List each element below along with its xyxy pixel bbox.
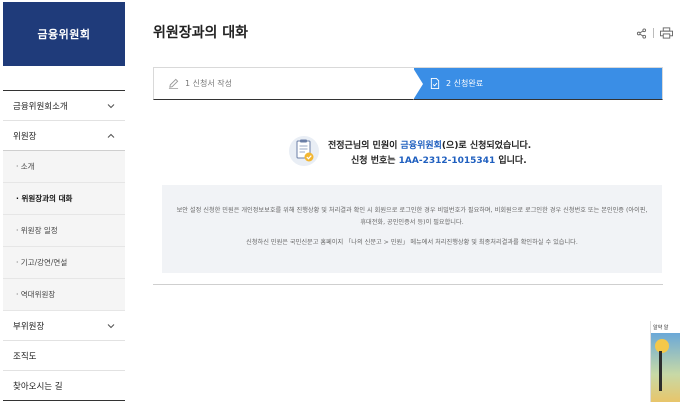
- sidebar-subitem-label: · 위원장 일정: [16, 226, 58, 235]
- step-write-application: 1 신청서 작성: [154, 68, 414, 99]
- application-number-suffix: 입니다.: [495, 156, 527, 166]
- sidebar-subitem-schedule[interactable]: · 위원장 일정: [3, 215, 125, 247]
- sidebar-item-label: 부위원장: [13, 321, 45, 332]
- progress-steps: 1 신청서 작성 2 신청완료: [153, 67, 663, 100]
- page-tools: [636, 27, 673, 39]
- page-title: 위원장과의 대화: [153, 25, 249, 41]
- banner-header: 알약 알: [651, 321, 680, 333]
- notice-box: 보안 설정 신청한 민원은 개인정보보호를 위해 진행상황 및 처리결과 확인 …: [162, 185, 662, 273]
- step-label: 1 신청서 작성: [185, 79, 232, 88]
- application-complete-icon: [289, 136, 319, 166]
- sidebar-subitem-label: · 위원장과의 대화: [16, 194, 73, 203]
- sidebar-item-chairman[interactable]: 위원장: [3, 121, 125, 151]
- content-divider: [153, 284, 663, 285]
- sidebar-subitem-label: · 기고/강연/연설: [16, 258, 68, 267]
- result-message: 전정근님의 민원이 금융위원회(으)로 신청되었습니다.: [328, 138, 531, 151]
- sidebar-subitem-label: · 소개: [16, 162, 35, 171]
- sidebar-subitem-dialogue[interactable]: · 위원장과의 대화: [3, 183, 125, 215]
- sidebar-subitem-speeches[interactable]: · 기고/강연/연설: [3, 247, 125, 279]
- floating-banner[interactable]: 알약 알: [650, 321, 680, 402]
- application-number: 1AA-2312-1015341: [398, 156, 496, 166]
- pencil-icon: [168, 78, 179, 89]
- submission-result: 전정근님의 민원이 금융위원회(으)로 신청되었습니다. 신청 번호는 1AA-…: [153, 133, 663, 173]
- sidebar-item-label: 조직도: [13, 351, 37, 362]
- main-content: 위원장과의 대화 1 신청서 작성 2 신청완료 전정근님의 민원이 금융위원회…: [153, 0, 673, 402]
- sidebar-item-label: 금융위원회소개: [13, 101, 68, 112]
- chevron-up-icon: [107, 133, 115, 138]
- sidebar-subitem-former-chairmen[interactable]: · 역대위원장: [3, 279, 125, 311]
- step-label: 2 신청완료: [446, 79, 484, 88]
- tool-separator: [653, 28, 654, 38]
- sidebar-item-vice-chairman[interactable]: 부위원장: [3, 311, 125, 341]
- application-number-line: 신청 번호는 1AA-2312-1015341 입니다.: [351, 153, 527, 166]
- result-message-suffix: (으)로 신청되었습니다.: [441, 141, 532, 151]
- application-number-prefix: 신청 번호는: [351, 156, 399, 166]
- sidebar-item-org-chart[interactable]: 조직도: [3, 341, 125, 371]
- sidebar-nav: 금융위원회소개 위원장 · 소개 · 위원장과의 대화 · 위원장 일정 · 기…: [3, 90, 125, 401]
- brand-logo[interactable]: 금융위원회: [3, 2, 125, 66]
- sidebar-item-directions[interactable]: 찾아오시는 길: [3, 371, 125, 401]
- sidebar-subitem-label: · 역대위원장: [16, 290, 56, 299]
- document-check-icon: [430, 78, 440, 89]
- chevron-down-icon: [107, 103, 115, 108]
- sidebar-item-fsc-intro[interactable]: 금융위원회소개: [3, 91, 125, 121]
- print-icon[interactable]: [660, 27, 673, 39]
- banner-sun-shape: [655, 339, 669, 353]
- chairman-submenu: · 소개 · 위원장과의 대화 · 위원장 일정 · 기고/강연/연설 · 역대…: [3, 151, 125, 311]
- sidebar-subitem-intro[interactable]: · 소개: [3, 151, 125, 183]
- notice-security: 보안 설정 신청한 민원은 개인정보보호를 위해 진행상황 및 처리결과 확인 …: [176, 207, 648, 226]
- brand-name: 금융위원회: [37, 28, 91, 41]
- sidebar: 금융위원회 금융위원회소개 위원장 · 소개 · 위원장과의 대화 · 위원장 …: [3, 2, 125, 402]
- sidebar-item-label: 찾아오시는 길: [13, 381, 63, 392]
- banner-image: [651, 333, 680, 402]
- share-icon[interactable]: [636, 27, 647, 39]
- result-message-prefix: 전정근님의 민원이: [328, 141, 401, 151]
- chevron-down-icon: [107, 323, 115, 328]
- receiving-org: 금융위원회: [400, 141, 442, 151]
- banner-label: 알약 알: [653, 324, 669, 331]
- sidebar-item-label: 위원장: [13, 131, 37, 142]
- notice-check-status: 신청하신 민원은 국민신문고 홈페이지 「나의 신문고 > 민원」 메뉴에서 처…: [246, 239, 578, 246]
- step-application-complete: 2 신청완료: [413, 68, 662, 100]
- banner-figure-shape: [659, 351, 662, 391]
